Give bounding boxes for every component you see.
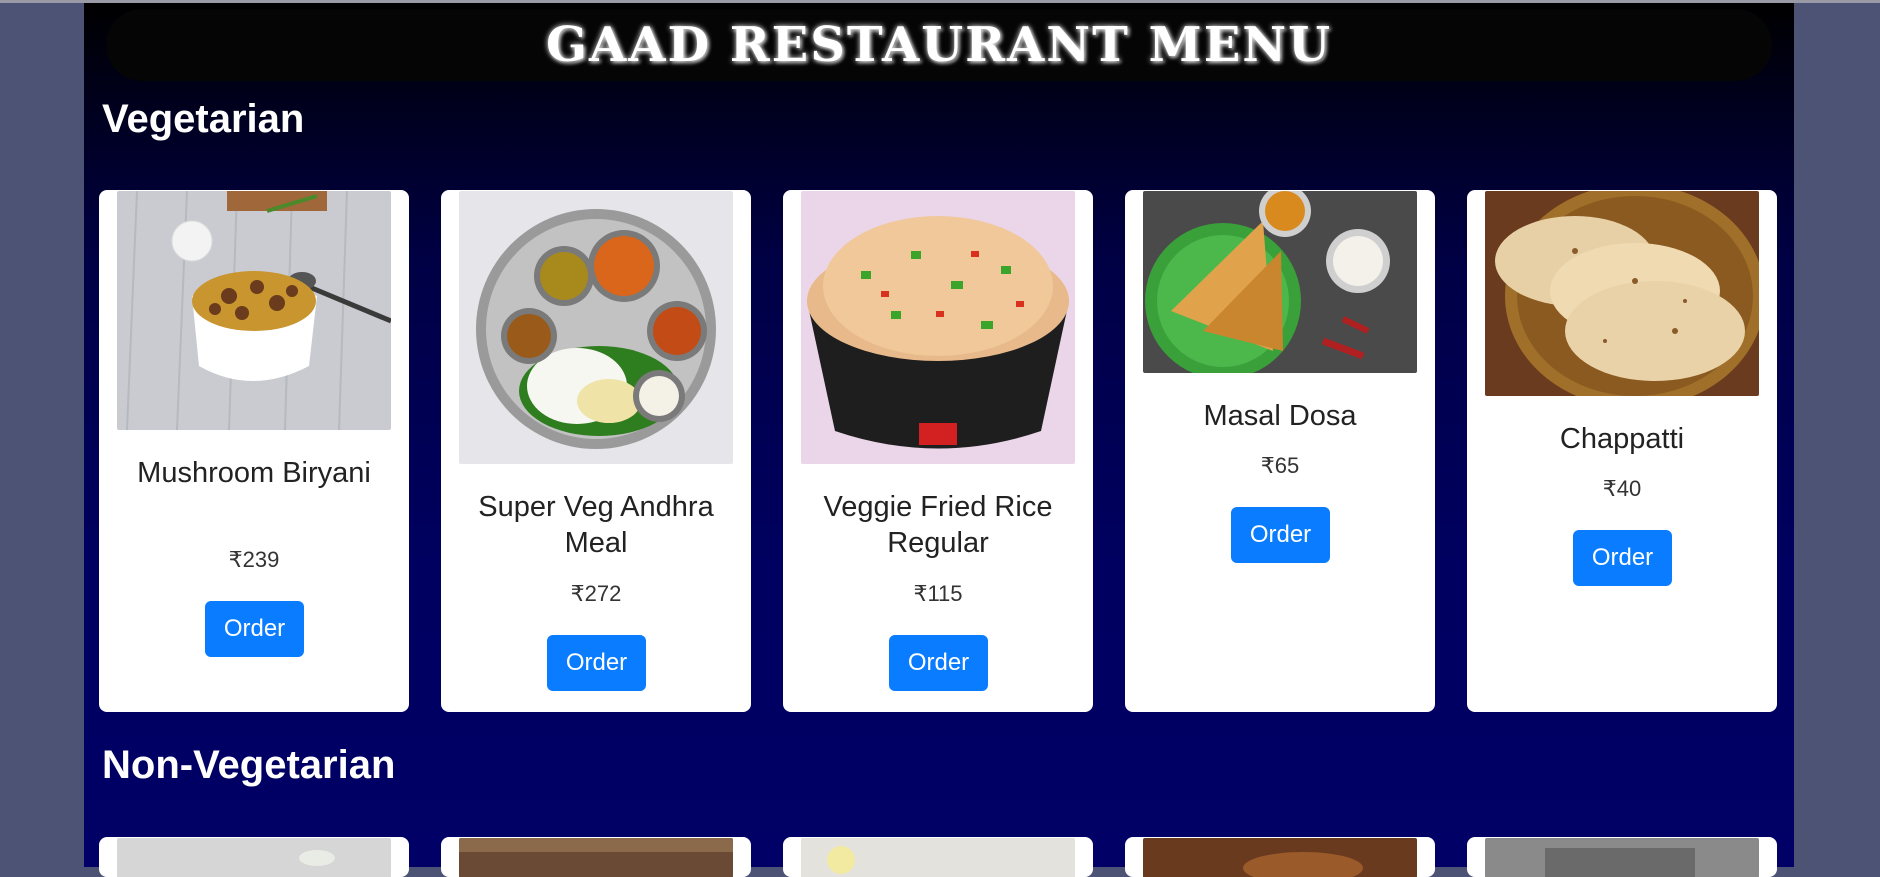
menu-card-partial bbox=[99, 837, 409, 877]
item-name: Chappatti bbox=[1559, 423, 1685, 455]
item-price: ₹272 bbox=[570, 581, 622, 606]
food-photo bbox=[1143, 838, 1417, 877]
item-price: ₹239 bbox=[228, 547, 280, 572]
menu-card-partial bbox=[1125, 837, 1435, 877]
menu-card-veggie-fried-rice-regular: Veggie Fried Rice Regular ₹115 Order bbox=[783, 190, 1093, 712]
item-price: ₹65 bbox=[1260, 453, 1300, 478]
section-title-vegetarian: Vegetarian bbox=[102, 97, 305, 141]
menu-card-super-veg-andhra-meal: Super Veg Andhra Meal ₹272 Order bbox=[441, 190, 751, 712]
page-title: GAAD RESTAURANT MENU bbox=[545, 17, 1333, 73]
masala-dosa-plate-photo bbox=[1143, 191, 1417, 373]
food-photo bbox=[801, 838, 1075, 877]
menu-page: GAAD RESTAURANT MENU Vegetarian Mushroom… bbox=[84, 3, 1794, 877]
section-title-non-vegetarian: Non-Vegetarian bbox=[102, 743, 396, 787]
menu-card-partial bbox=[1467, 837, 1777, 877]
chapati-basket-photo bbox=[1485, 191, 1759, 396]
order-button[interactable]: Order bbox=[547, 635, 646, 691]
order-button[interactable]: Order bbox=[1573, 530, 1672, 586]
header-banner: GAAD RESTAURANT MENU bbox=[106, 9, 1772, 81]
andhra-meal-thali-photo bbox=[459, 191, 733, 464]
food-photo bbox=[1485, 838, 1759, 877]
item-price: ₹40 bbox=[1602, 476, 1642, 501]
item-name: Masal Dosa bbox=[1203, 400, 1357, 432]
menu-card-mushroom-biryani: Mushroom Biryani ₹239 Order bbox=[99, 190, 409, 712]
menu-card-masal-dosa: Masal Dosa ₹65 Order bbox=[1125, 190, 1435, 712]
menu-card-partial bbox=[783, 837, 1093, 877]
item-name: Super Veg Andhra Meal bbox=[478, 491, 714, 559]
food-photo bbox=[117, 838, 391, 877]
order-button[interactable]: Order bbox=[205, 601, 304, 657]
menu-card-partial bbox=[441, 837, 751, 877]
order-button[interactable]: Order bbox=[889, 635, 988, 691]
item-name: Veggie Fried Rice Regular bbox=[823, 491, 1053, 559]
order-button[interactable]: Order bbox=[1231, 507, 1330, 563]
item-name: Mushroom Biryani bbox=[137, 457, 371, 489]
food-photo bbox=[459, 838, 733, 877]
menu-card-chappatti: Chappatti ₹40 Order bbox=[1467, 190, 1777, 712]
mushroom-biryani-photo bbox=[117, 191, 391, 430]
item-price: ₹115 bbox=[913, 581, 963, 606]
fried-rice-bowl-photo bbox=[801, 191, 1075, 464]
